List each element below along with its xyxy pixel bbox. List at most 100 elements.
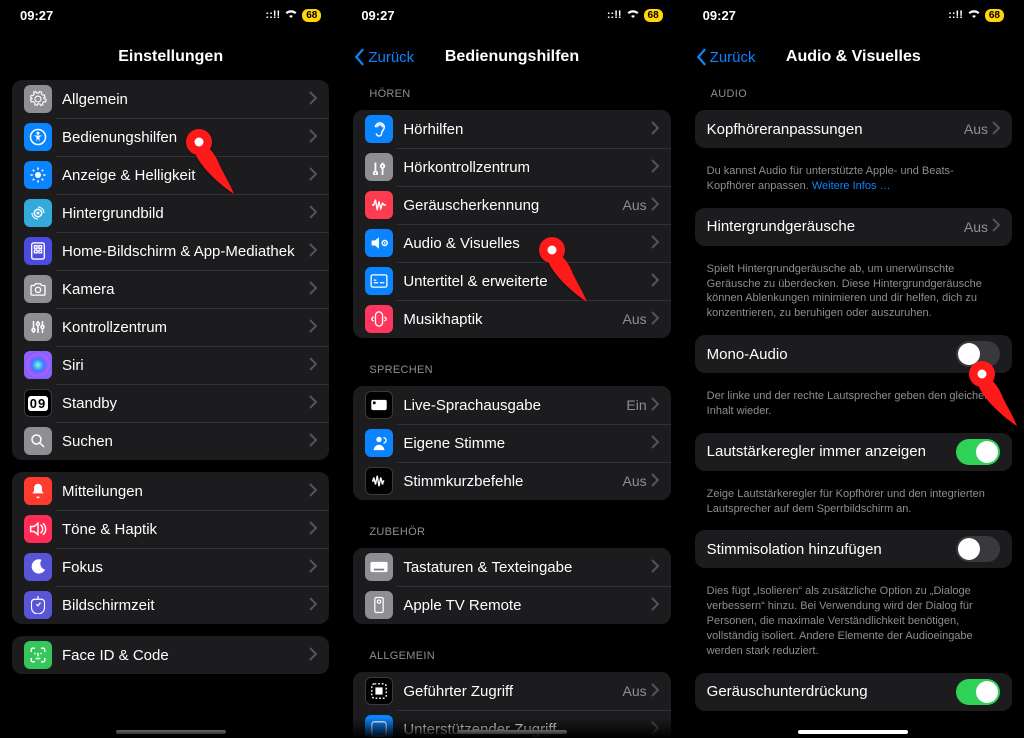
settings-row[interactable]: Untertitel & erweiterte: [353, 262, 670, 300]
cellular-icon: ::!!: [948, 9, 963, 21]
section-header: ALLGEMEIN: [341, 636, 682, 666]
page-title: Einstellungen: [118, 48, 223, 66]
settings-row[interactable]: Siri: [12, 346, 329, 384]
row-label: Standby: [62, 395, 309, 412]
settings-row[interactable]: Hintergrundbild: [12, 194, 329, 232]
row-label: Hintergrundbild: [62, 205, 309, 222]
voice-isolation-toggle[interactable]: [956, 536, 1000, 562]
settings-row[interactable]: 09Standby: [12, 384, 329, 422]
chevron-right-icon: [651, 311, 659, 328]
chevron-right-icon: [651, 235, 659, 252]
status-time: 09:27: [20, 8, 53, 23]
back-button[interactable]: Zurück: [695, 48, 756, 66]
row-label: Live-Sprachausgabe: [403, 397, 626, 414]
chevron-right-icon: [309, 357, 317, 374]
mono-audio-toggle[interactable]: [956, 341, 1000, 367]
battery-icon: 68: [302, 9, 321, 22]
settings-row[interactable]: Hörkontrollzentrum: [353, 148, 670, 186]
row-detail: Aus: [623, 473, 647, 489]
row-label: Apple TV Remote: [403, 597, 650, 614]
settings-row[interactable]: StimmkurzbefehleAus: [353, 462, 670, 500]
more-info-link[interactable]: Weitere Infos …: [812, 180, 891, 192]
row-detail: Aus: [623, 683, 647, 699]
chevron-right-icon: [309, 319, 317, 336]
battery-icon: 68: [644, 9, 663, 22]
section-header: SPRECHEN: [341, 350, 682, 380]
settings-row[interactable]: GeräuscherkennungAus: [353, 186, 670, 224]
settings-row[interactable]: Suchen: [12, 422, 329, 460]
row-label: Lautstärkeregler immer anzeigen: [707, 443, 956, 460]
bright-icon: [24, 161, 52, 189]
phone-settings: 09:27 ::!! 68 Einstellungen AllgemeinBed…: [0, 0, 341, 738]
faceid-icon: [24, 641, 52, 669]
settings-row[interactable]: Live-SprachausgabeEin: [353, 386, 670, 424]
wifi-icon: [967, 9, 981, 22]
hearing-group: Hörhilfen HörkontrollzentrumGeräuscherken…: [353, 110, 670, 338]
footer-note: Spielt Hintergrundgeräusche ab, um unerw…: [683, 258, 1024, 329]
row-label: Musikhaptik: [403, 311, 622, 328]
settings-row[interactable]: Fokus: [12, 548, 329, 586]
sound-icon: [24, 515, 52, 543]
settings-row[interactable]: Hörhilfen: [353, 110, 670, 148]
chevron-right-icon: [309, 433, 317, 450]
focus-icon: [24, 553, 52, 581]
settings-row[interactable]: Kamera: [12, 270, 329, 308]
speech-group: Live-SprachausgabeEinEigene StimmeStimmk…: [353, 386, 670, 500]
settings-row[interactable]: Allgemein: [12, 80, 329, 118]
livesp-icon: [365, 391, 393, 419]
screen-icon: [24, 591, 52, 619]
settings-row[interactable]: MusikhaptikAus: [353, 300, 670, 338]
settings-row[interactable]: Bildschirmzeit: [12, 586, 329, 624]
voice-isolation-row[interactable]: Stimmisolation hinzufügen: [695, 530, 1012, 568]
settings-row[interactable]: Töne & Haptik: [12, 510, 329, 548]
row-label: Stimmkurzbefehle: [403, 473, 622, 490]
row-label: Untertitel & erweiterte: [403, 273, 650, 290]
chevron-right-icon: [309, 129, 317, 146]
row-label: Tastaturen & Texteingabe: [403, 559, 650, 576]
settings-row[interactable]: Home-Bildschirm & App-Mediathek: [12, 232, 329, 270]
back-button[interactable]: Zurück: [353, 48, 414, 66]
chevron-right-icon: [309, 395, 317, 412]
phone-accessibility: 09:27 ::!! 68 Zurück Bedienungshilfen HÖ…: [341, 0, 682, 738]
row-label: Face ID & Code: [62, 647, 309, 664]
settings-row[interactable]: Mitteilungen: [12, 472, 329, 510]
chevron-right-icon: [309, 205, 317, 222]
settings-row[interactable]: Apple TV Remote: [353, 586, 670, 624]
settings-group-1: AllgemeinBedienungshilfenAnzeige & Helli…: [12, 80, 329, 460]
settings-row[interactable]: Geführter ZugriffAus: [353, 672, 670, 710]
settings-row[interactable]: Tastaturen & Texteingabe: [353, 548, 670, 586]
chevron-right-icon: [651, 197, 659, 214]
settings-row[interactable]: Audio & Visuelles: [353, 224, 670, 262]
noise-cancellation-toggle[interactable]: [956, 679, 1000, 705]
settings-row[interactable]: Eigene Stimme: [353, 424, 670, 462]
row-label: Geräuschunterdrückung: [707, 683, 956, 700]
page-title: Audio & Visuelles: [786, 48, 921, 66]
always-show-volume-row[interactable]: Lautstärkeregler immer anzeigen: [695, 433, 1012, 471]
chevron-right-icon: [651, 559, 659, 576]
row-label: Mono-Audio: [707, 346, 956, 363]
background-sounds-row[interactable]: Hintergrundgeräusche Aus: [695, 208, 1012, 246]
chevron-right-icon: [651, 435, 659, 452]
row-label: Hörhilfen: [403, 121, 650, 138]
row-label: Hintergrundgeräusche: [707, 218, 964, 235]
accessory-group: Tastaturen & Texteingabe Apple TV Remote: [353, 548, 670, 624]
settings-row[interactable]: Bedienungshilfen: [12, 118, 329, 156]
mono-audio-row[interactable]: Mono-Audio: [695, 335, 1012, 373]
always-show-volume-toggle[interactable]: [956, 439, 1000, 465]
headphone-accommodations-row[interactable]: Kopfhöreranpassungen Aus: [695, 110, 1012, 148]
chevron-right-icon: [992, 121, 1000, 138]
settings-row[interactable]: Face ID & Code: [12, 636, 329, 674]
settings-row[interactable]: Anzeige & Helligkeit: [12, 156, 329, 194]
wifi-icon: [626, 9, 640, 22]
control-icon: [24, 313, 52, 341]
home-icon: [24, 237, 52, 265]
noise-cancellation-row[interactable]: Geräuschunterdrückung: [695, 673, 1012, 711]
settings-row[interactable]: Kontrollzentrum: [12, 308, 329, 346]
row-label: Bildschirmzeit: [62, 597, 309, 614]
row-label: Stimmisolation hinzufügen: [707, 541, 956, 558]
nav-bar: Einstellungen: [0, 30, 341, 74]
subtitle-icon: [365, 267, 393, 295]
section-header: AUDIO: [683, 74, 1024, 104]
status-right: ::!! 68: [266, 9, 322, 22]
sounddet-icon: [365, 191, 393, 219]
